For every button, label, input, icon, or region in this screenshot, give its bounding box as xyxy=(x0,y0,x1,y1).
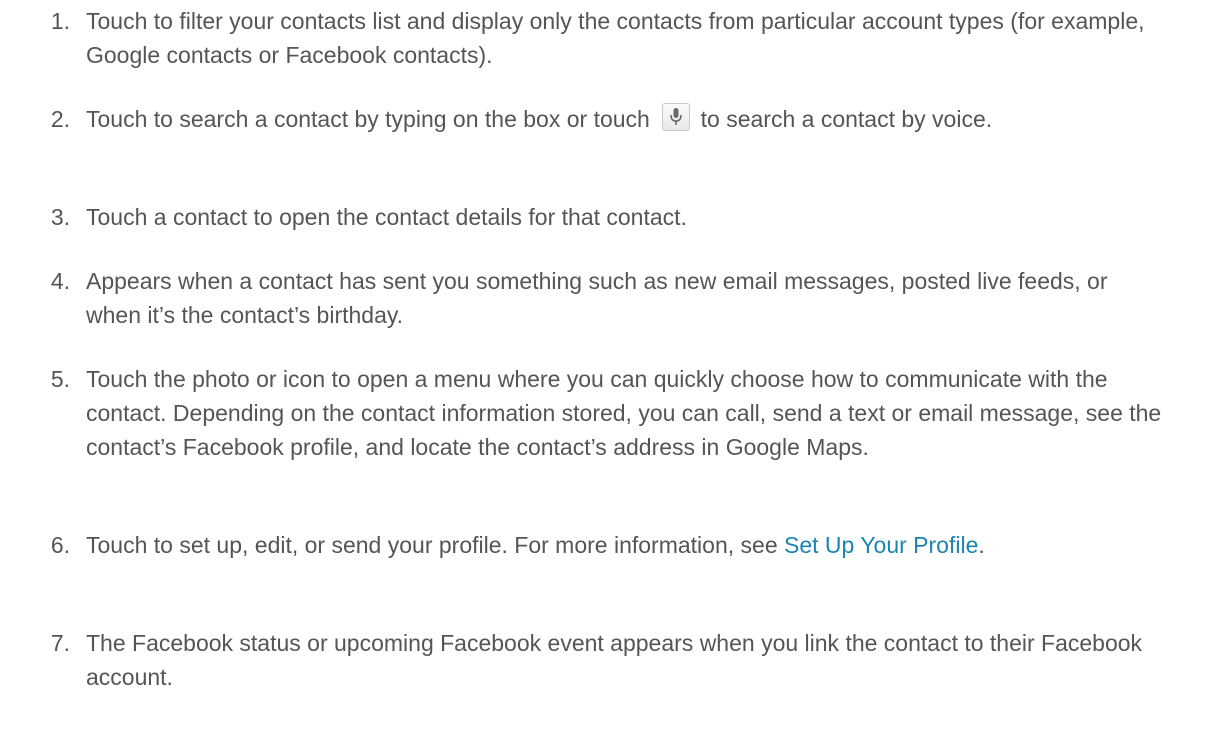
list-item-7: 7. The Facebook status or upcoming Faceb… xyxy=(51,626,1166,694)
list-number: 5. xyxy=(50,366,70,392)
list-item-text: Touch the photo or icon to open a menu w… xyxy=(86,366,1162,460)
list-item-text: Touch to search a contact by typing on t… xyxy=(86,102,1166,136)
list-item-text: Appears when a contact has sent you some… xyxy=(86,268,1108,328)
list-number: 6. xyxy=(50,532,70,558)
list-number: 3. xyxy=(50,204,70,230)
list-item-4: 4. Appears when a contact has sent you s… xyxy=(51,264,1166,332)
list-item-2: 2. Touch to search a contact by typing o… xyxy=(51,102,1166,136)
list-item-3: 3. Touch a contact to open the contact d… xyxy=(51,200,1166,234)
text-after-icon: to search a contact by voice. xyxy=(694,106,993,132)
list-item-text: Touch to set up, edit, or send your prof… xyxy=(86,528,1166,562)
set-up-your-profile-link[interactable]: Set Up Your Profile xyxy=(784,532,978,558)
list-item-text: Touch to filter your contacts list and d… xyxy=(86,8,1145,68)
text-before-icon: Touch to search a contact by typing on t… xyxy=(86,106,657,132)
text-after-link: . xyxy=(978,532,985,558)
microphone-icon xyxy=(662,103,691,131)
list-item-text: The Facebook status or upcoming Facebook… xyxy=(86,630,1143,690)
list-item-5: 5. Touch the photo or icon to open a men… xyxy=(51,362,1166,464)
list-number: 4. xyxy=(50,268,70,294)
list-number: 1. xyxy=(50,8,70,34)
list-number: 7. xyxy=(50,630,70,656)
list-item-text: Touch a contact to open the contact deta… xyxy=(86,204,687,230)
list-item-6: 6. Touch to set up, edit, or send your p… xyxy=(51,528,1166,562)
list-number: 2. xyxy=(50,106,70,132)
list-item-1: 1. Touch to filter your contacts list an… xyxy=(51,4,1166,72)
text-before-link: Touch to set up, edit, or send your prof… xyxy=(86,532,778,558)
